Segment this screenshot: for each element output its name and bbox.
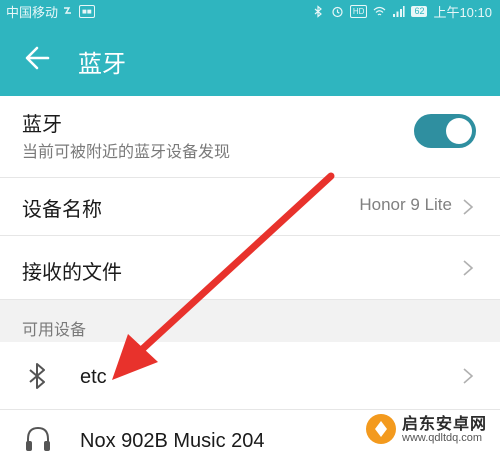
device-name: Nox 902B Music 204	[80, 430, 265, 452]
wifi-icon	[374, 6, 386, 16]
page-title: 蓝牙	[78, 51, 126, 78]
section-label: 可用设备	[22, 322, 87, 339]
watermark-logo-icon	[366, 414, 396, 444]
back-button[interactable]	[18, 38, 58, 78]
carrier-label: 中国移动	[6, 5, 59, 20]
bluetooth-status-icon	[314, 5, 322, 18]
chevron-right-icon	[463, 199, 474, 215]
watermark-title: 启东安卓网	[402, 416, 488, 433]
battery-icon: 62	[411, 6, 428, 17]
toggle-knob	[446, 118, 472, 144]
bluetooth-row-subtitle: 当前可被附近的蓝牙设备发现	[22, 144, 231, 161]
watermark: 启东安卓网 www.qdltdq.com	[364, 408, 496, 452]
device-name-row[interactable]: 设备名称 Honor 9 Lite	[0, 178, 500, 236]
device-name: etc	[80, 366, 107, 388]
hd-icon: HD	[349, 5, 368, 18]
notification-icon	[64, 7, 72, 14]
watermark-url: www.qdltdq.com	[402, 432, 483, 444]
clock: 上午10:10	[433, 5, 492, 20]
signal-icon	[393, 6, 406, 17]
chevron-right-icon	[463, 260, 474, 276]
status-bar: 中国移动 ■■ HD 62 上午10:10	[0, 0, 500, 20]
available-devices-header: 可用设备	[0, 300, 500, 342]
device-list-item[interactable]: etc	[0, 342, 500, 410]
app-notification-icon: ■■	[79, 5, 95, 18]
back-arrow-icon	[25, 46, 50, 70]
received-files-row[interactable]: 接收的文件	[0, 236, 500, 300]
alarm-icon	[332, 6, 343, 18]
device-name-value: Honor 9 Lite	[359, 195, 452, 214]
bluetooth-toggle[interactable]	[414, 114, 476, 148]
bluetooth-row-title: 蓝牙	[22, 114, 62, 136]
app-bar: 蓝牙	[0, 20, 500, 96]
bluetooth-icon	[29, 363, 45, 389]
device-name-label: 设备名称	[22, 199, 102, 221]
headphones-icon	[26, 426, 50, 451]
chevron-right-icon	[463, 368, 474, 384]
received-files-label: 接收的文件	[22, 262, 122, 284]
